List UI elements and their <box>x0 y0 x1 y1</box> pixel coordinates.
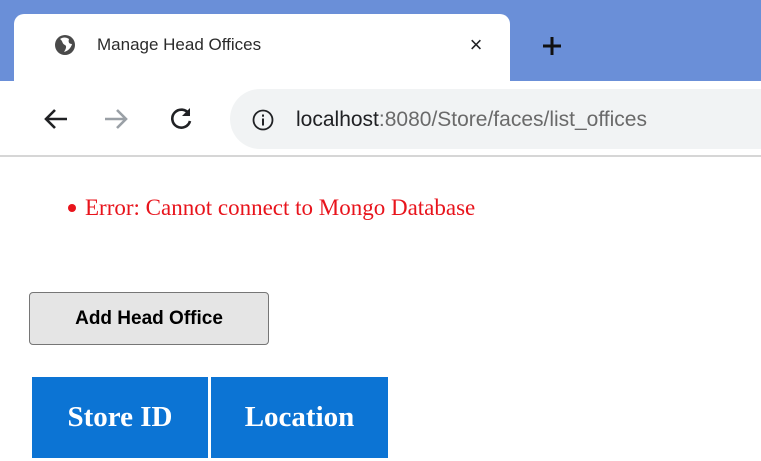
add-head-office-button[interactable]: Add Head Office <box>29 292 269 345</box>
globe-icon <box>54 34 76 56</box>
url-path: :8080/Store/faces/list_offices <box>378 108 647 131</box>
head-offices-table: Store ID Location <box>29 377 391 458</box>
browser-toolbar: localhost:8080/Store/faces/list_offices <box>0 81 761 157</box>
browser-tab[interactable] <box>14 14 510 81</box>
info-icon[interactable] <box>252 109 274 131</box>
close-icon[interactable]: × <box>464 33 488 57</box>
url-text[interactable]: localhost:8080/Store/faces/list_offices <box>296 106 647 134</box>
reload-icon[interactable] <box>165 103 197 135</box>
arrow-right-icon[interactable] <box>100 103 132 135</box>
error-messages: Error: Cannot connect to Mongo Database <box>0 188 475 228</box>
error-message: Error: Cannot connect to Mongo Database <box>0 188 475 228</box>
column-header-store-id: Store ID <box>32 377 208 458</box>
plus-icon[interactable] <box>536 30 568 62</box>
bullet-icon <box>68 204 76 212</box>
error-message-text: Error: Cannot connect to Mongo Database <box>85 195 476 220</box>
table-header-row: Store ID Location <box>32 377 388 458</box>
tab-title: Manage Head Offices <box>97 35 262 54</box>
column-header-location: Location <box>211 377 388 458</box>
arrow-left-icon[interactable] <box>40 103 72 135</box>
url-host: localhost <box>296 108 379 131</box>
